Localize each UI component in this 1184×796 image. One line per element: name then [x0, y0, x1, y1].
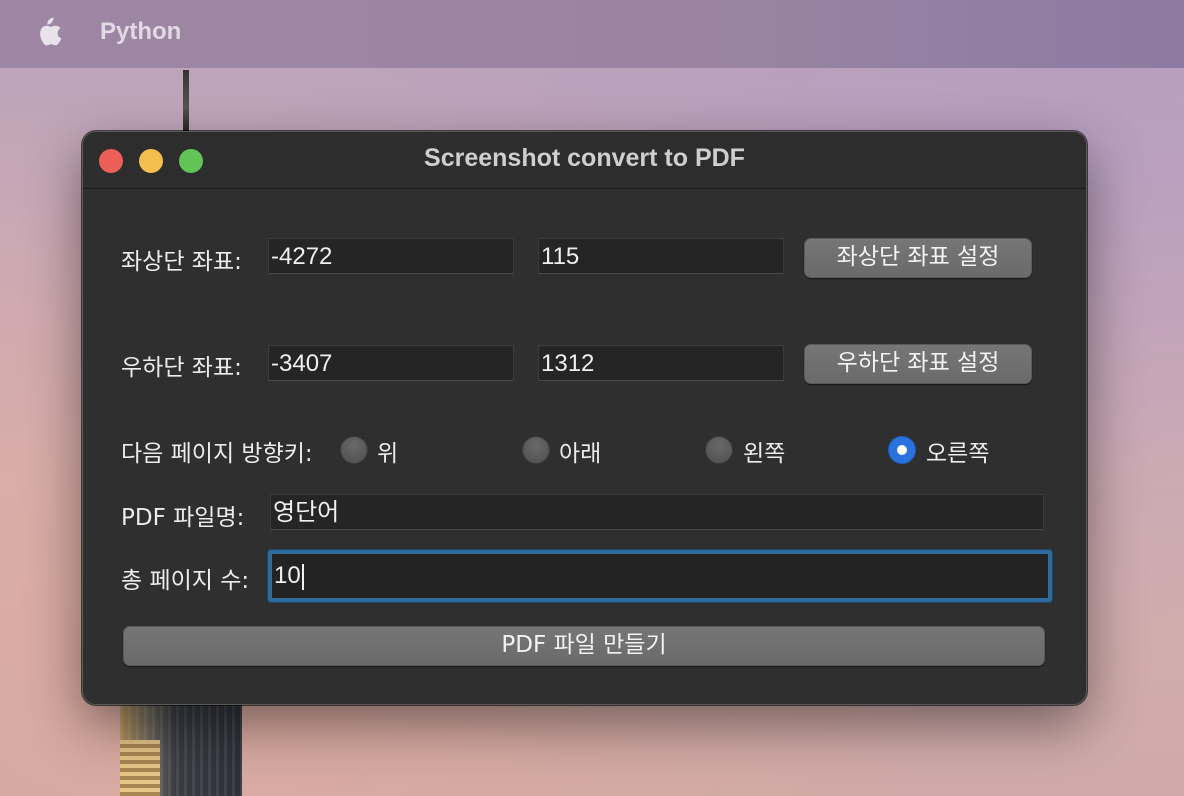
- text-caret: [301, 563, 304, 590]
- set-bottom-right-button[interactable]: 우하단 좌표 설정: [804, 344, 1032, 384]
- bottom-right-y-field[interactable]: 1312: [538, 345, 784, 381]
- pdf-name-label: PDF 파일명:: [121, 505, 245, 531]
- top-left-label: 좌상단 좌표:: [121, 249, 242, 275]
- wallpaper-tower-spire: [183, 70, 189, 132]
- title-bar[interactable]: Screenshot convert to PDF: [83, 132, 1086, 189]
- radio-down-label[interactable]: 아래: [559, 434, 601, 468]
- wallpaper-tower-lights: [120, 740, 160, 796]
- window-title: Screenshot convert to PDF: [424, 144, 745, 172]
- pdf-name-field[interactable]: 영단어: [270, 494, 1044, 530]
- total-pages-label: 총 페이지 수:: [121, 568, 250, 594]
- top-left-y-field[interactable]: 115: [538, 238, 784, 274]
- radio-left[interactable]: [705, 436, 733, 464]
- radio-down[interactable]: [522, 436, 550, 464]
- total-pages-value: 10: [274, 562, 301, 589]
- radio-up-label[interactable]: 위: [377, 434, 398, 468]
- top-left-x-field[interactable]: -4272: [268, 238, 514, 274]
- radio-right-label[interactable]: 오른쪽: [926, 434, 989, 468]
- apple-icon[interactable]: [34, 15, 62, 49]
- bottom-right-label: 우하단 좌표:: [121, 355, 242, 381]
- radio-right[interactable]: [888, 436, 916, 464]
- bottom-right-x-field[interactable]: -3407: [268, 345, 514, 381]
- set-top-left-button[interactable]: 좌상단 좌표 설정: [804, 238, 1032, 278]
- radio-left-label[interactable]: 왼쪽: [743, 434, 785, 468]
- menu-bar: Python: [0, 0, 1184, 68]
- app-window: Screenshot convert to PDF 좌상단 좌표: -4272 …: [82, 131, 1087, 705]
- direction-label: 다음 페이지 방향키:: [121, 441, 313, 467]
- app-menu-python[interactable]: Python: [100, 18, 181, 46]
- radio-up[interactable]: [340, 436, 368, 464]
- total-pages-field[interactable]: 10: [268, 550, 1052, 602]
- create-pdf-button[interactable]: PDF 파일 만들기: [123, 626, 1045, 666]
